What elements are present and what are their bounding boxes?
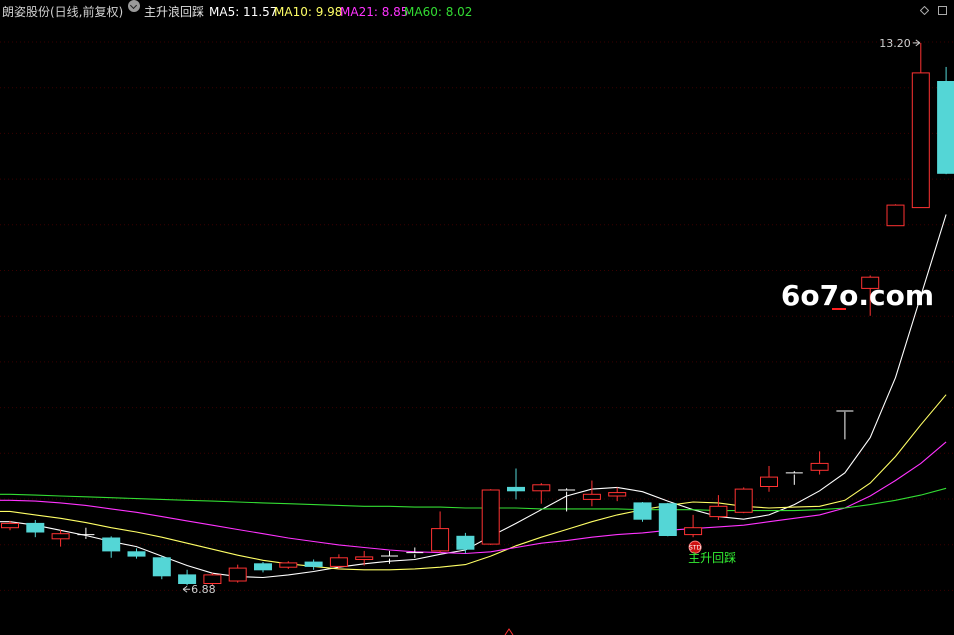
moving-average-lines xyxy=(0,214,947,579)
candle xyxy=(127,548,146,559)
candle-body xyxy=(911,72,930,209)
candle-body xyxy=(329,557,348,567)
bottom-marker-icon xyxy=(504,628,514,635)
candle xyxy=(279,561,298,569)
candle xyxy=(102,536,121,558)
candle-body xyxy=(254,563,272,571)
candle-body xyxy=(608,492,627,497)
candle xyxy=(785,471,803,485)
candle-body xyxy=(203,574,222,585)
watermark: 6o7o.com xyxy=(781,279,934,312)
candle xyxy=(26,520,45,538)
candle xyxy=(456,532,475,554)
candles xyxy=(1,42,954,586)
candle xyxy=(304,559,323,570)
signal-label: 主升回踩 xyxy=(688,551,736,565)
candle-body xyxy=(304,561,323,567)
diamond-icon[interactable] xyxy=(920,6,929,15)
watermark-text: 6o7o.com xyxy=(781,279,934,312)
candle xyxy=(481,489,500,545)
candle xyxy=(558,488,576,512)
candle xyxy=(937,66,954,175)
candle-body xyxy=(633,502,652,520)
low-price-label: 6.88 xyxy=(191,583,216,596)
candle xyxy=(507,468,525,500)
candle-body xyxy=(658,503,677,537)
candle xyxy=(254,562,272,573)
candle xyxy=(886,204,905,227)
candle xyxy=(684,514,703,538)
line-ma5 xyxy=(0,214,947,579)
candle xyxy=(911,42,930,209)
candle-body xyxy=(279,562,298,568)
candle-body xyxy=(937,81,954,174)
candle xyxy=(152,556,171,580)
candle xyxy=(836,410,854,440)
candle-body xyxy=(456,535,475,550)
candle-body xyxy=(102,537,121,552)
ma60-value: MA60: 8.02 xyxy=(404,5,473,19)
kline-chart[interactable]: 13.206.88STD主升回踩 6o7o.com xyxy=(0,0,954,635)
high-price-label: 13.20 xyxy=(879,37,911,50)
candle-body xyxy=(734,488,753,513)
candle xyxy=(532,483,551,504)
candle-body xyxy=(431,528,450,552)
candle xyxy=(608,487,627,502)
candle-body xyxy=(152,557,171,577)
candle xyxy=(760,465,778,492)
annotations: 13.206.88STD主升回踩 xyxy=(182,37,921,635)
candle-body xyxy=(26,522,45,533)
indicator-name[interactable]: 主升浪回踩 xyxy=(144,0,204,24)
candle-body xyxy=(355,556,374,561)
chart-header: 朗姿股份(日线,前复权) 主升浪回踩 MA5: 11.57 MA10: 9.98… xyxy=(0,0,954,24)
candle-body xyxy=(481,489,500,545)
candle xyxy=(810,451,829,475)
chevron-down-icon[interactable] xyxy=(128,0,140,12)
candle xyxy=(633,501,652,522)
square-icon[interactable] xyxy=(938,6,947,15)
candle-body xyxy=(51,533,70,540)
candle-body xyxy=(684,527,703,536)
candle-body xyxy=(127,551,146,557)
candle-body xyxy=(1,522,19,529)
candle xyxy=(431,511,450,553)
candle xyxy=(734,487,753,514)
stock-title[interactable]: 朗姿股份(日线,前复权) xyxy=(2,0,123,24)
candle-body xyxy=(178,574,197,585)
ma21-value: MA21: 8.85 xyxy=(340,5,409,19)
ma10-value: MA10: 9.98 xyxy=(274,5,343,19)
ma5-value: MA5: 11.57 xyxy=(209,5,278,19)
candle xyxy=(658,502,677,537)
candle-body xyxy=(582,493,601,500)
candle-body xyxy=(507,486,525,492)
candle-body xyxy=(532,484,551,492)
candle xyxy=(406,547,424,558)
candle xyxy=(582,480,601,507)
candle-body xyxy=(228,567,247,582)
candle xyxy=(329,554,348,569)
candle-body xyxy=(760,476,778,488)
candle-body xyxy=(886,204,905,227)
candle-body xyxy=(709,505,728,518)
candle xyxy=(228,564,247,583)
candle-body xyxy=(810,462,829,471)
